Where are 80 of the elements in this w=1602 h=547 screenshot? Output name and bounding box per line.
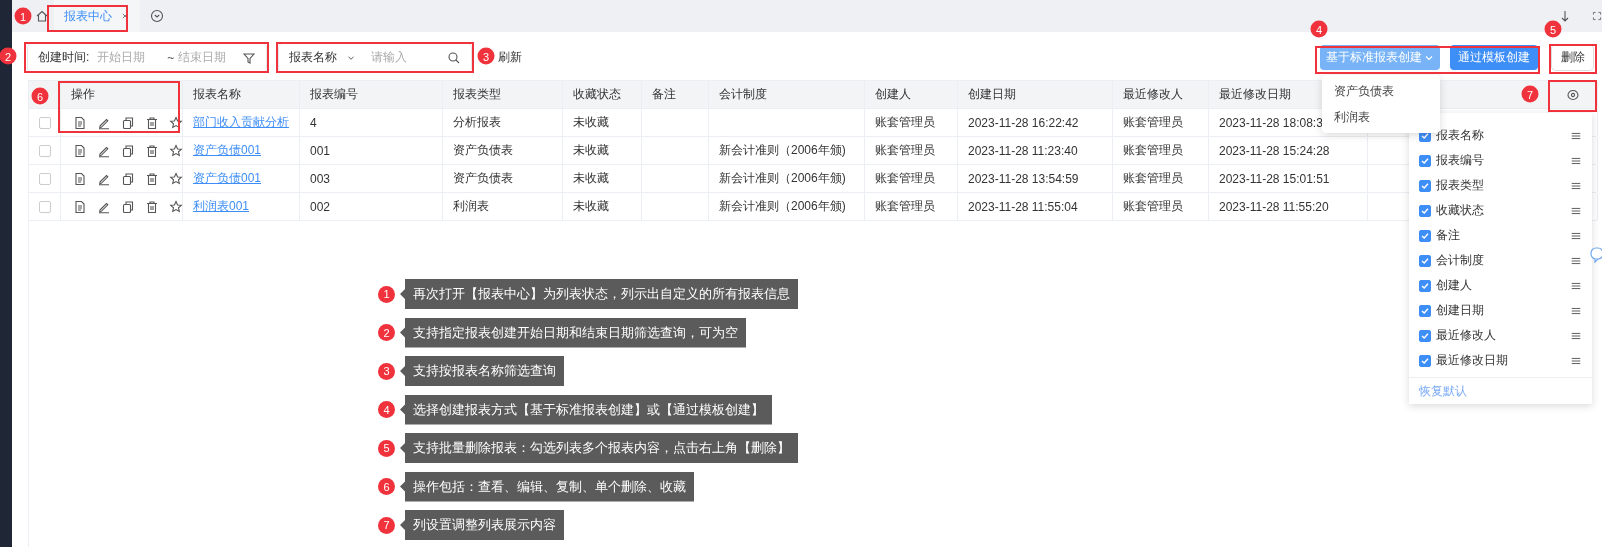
report-name-link[interactable]: 资产负债001: [193, 170, 262, 187]
table-cell: 利润表: [453, 198, 489, 215]
table-cell: 2023-11-28 11:23:40: [968, 143, 1078, 158]
report-name-link[interactable]: 资产负债001: [193, 142, 262, 159]
column-option: 收藏状态: [1436, 202, 1565, 219]
step-marker: 3: [477, 47, 495, 65]
callout-label: 操作包括：查看、编辑、复制、单个删除、收藏: [400, 471, 694, 502]
table-cell: 账套管理员: [875, 198, 935, 215]
table-cell: 2023-11-28 16:22:42: [968, 115, 1079, 130]
date-range-field[interactable]: 创建时间: 开始日期 ~ 结束日期: [28, 43, 266, 72]
column-header: 最近修改日期: [1219, 86, 1291, 103]
menu-item[interactable]: 利润表: [1322, 104, 1440, 130]
column-option: 创建人: [1436, 277, 1565, 294]
table-cell: 新会计准则（2006年颁): [719, 170, 846, 187]
step-marker: 7: [378, 516, 395, 534]
column-option: 最近修改日期: [1436, 352, 1565, 369]
delete-button[interactable]: 删除: [1552, 45, 1593, 70]
table-cell: 2023-11-28 18:08:3: [1219, 115, 1323, 130]
table-cell: 001: [310, 143, 331, 158]
callout-label: 支持按报表名称筛选查询: [400, 356, 564, 386]
table-cell: 新会计准则（2006年颁): [719, 198, 846, 215]
column-header: 会计制度: [719, 86, 767, 103]
table-cell: 账套管理员: [875, 170, 935, 187]
column-header: 最近修改人: [1123, 86, 1183, 103]
column-header: 创建日期: [968, 86, 1016, 103]
column-header: 创建人: [875, 86, 911, 103]
column-option: 报表编号: [1436, 152, 1565, 169]
table-cell: 2023-11-28 11:55:20: [1219, 199, 1329, 214]
table-cell: 账套管理员: [875, 114, 935, 131]
table-cell: 未收藏: [573, 198, 609, 215]
column-header: 报表名称: [193, 86, 241, 103]
table-cell: 资产负债表: [453, 142, 513, 159]
column-header: 备注: [652, 86, 676, 103]
callout-label: 再次打开【报表中心】为列表状态，列示出自定义的所有报表信息: [400, 279, 798, 309]
table-cell: 2023-11-28 15:01:51: [1219, 171, 1330, 186]
column-header: 操作: [71, 86, 95, 103]
column-option: 创建日期: [1436, 302, 1565, 319]
table-cell: 003: [310, 171, 331, 186]
table-cell: 002: [310, 199, 331, 214]
callout-label: 选择创建报表方式【基于标准报表创建】或【通过模板创建】: [400, 394, 772, 425]
table-cell: 账套管理员: [1123, 142, 1183, 159]
column-option: 备注: [1436, 227, 1565, 244]
table-cell: 账套管理员: [875, 142, 935, 159]
column-header: 收藏状态: [573, 86, 621, 103]
column-option: 报表类型: [1436, 177, 1565, 194]
column-header: 报表编号: [310, 86, 358, 103]
table-cell: 账套管理员: [1123, 170, 1183, 187]
table-cell: 账套管理员: [1123, 198, 1183, 215]
step-marker: 3: [378, 362, 395, 380]
report-name-link[interactable]: 利润表001: [193, 198, 250, 215]
callout-label: 支持批量删除报表：勾选列表多个报表内容，点击右上角【删除】: [400, 433, 798, 463]
step-marker: 2: [0, 47, 17, 65]
step-marker: 2: [378, 324, 395, 341]
step-marker: 1: [378, 285, 395, 303]
step-marker: 6: [378, 478, 395, 495]
step-marker: 4: [378, 401, 395, 418]
report-name-link[interactable]: 部门收入贡献分析: [193, 114, 289, 131]
table-cell: 2023-11-28 11:55:04: [968, 199, 1078, 214]
column-option: 最近修改人: [1436, 327, 1565, 344]
reset-link[interactable]: 恢复默认: [1419, 382, 1467, 400]
create-template-button[interactable]: 通过模板创建: [1450, 45, 1538, 70]
column-option: 会计制度: [1436, 252, 1565, 269]
table-cell: 4: [310, 115, 317, 130]
table-cell: 未收藏: [573, 142, 609, 159]
table-cell: 资产负债表: [453, 170, 513, 187]
table-cell: 分析报表: [453, 114, 501, 131]
table-cell: 账套管理员: [1123, 114, 1183, 131]
table-cell: 新会计准则（2006年颁): [719, 142, 846, 159]
callout-label: 列设置调整列表展示内容: [400, 510, 564, 540]
menu-item[interactable]: 资产负债表: [1322, 78, 1440, 104]
table-cell: 未收藏: [573, 170, 609, 187]
column-header: 报表类型: [453, 86, 501, 103]
create-standard-button[interactable]: 基于标准报表创建: [1320, 45, 1440, 70]
callout-label: 支持指定报表创建开始日期和结束日期筛选查询，可为空: [400, 317, 746, 348]
name-search-field[interactable]: 报表名称 请输入: [279, 43, 471, 72]
table-cell: 2023-11-28 15:24:28: [1219, 143, 1330, 158]
refresh-button[interactable]: 刷新: [498, 49, 522, 66]
table-cell: 未收藏: [573, 114, 609, 131]
step-marker: 5: [378, 439, 395, 457]
table-cell: 2023-11-28 13:54:59: [968, 171, 1079, 186]
